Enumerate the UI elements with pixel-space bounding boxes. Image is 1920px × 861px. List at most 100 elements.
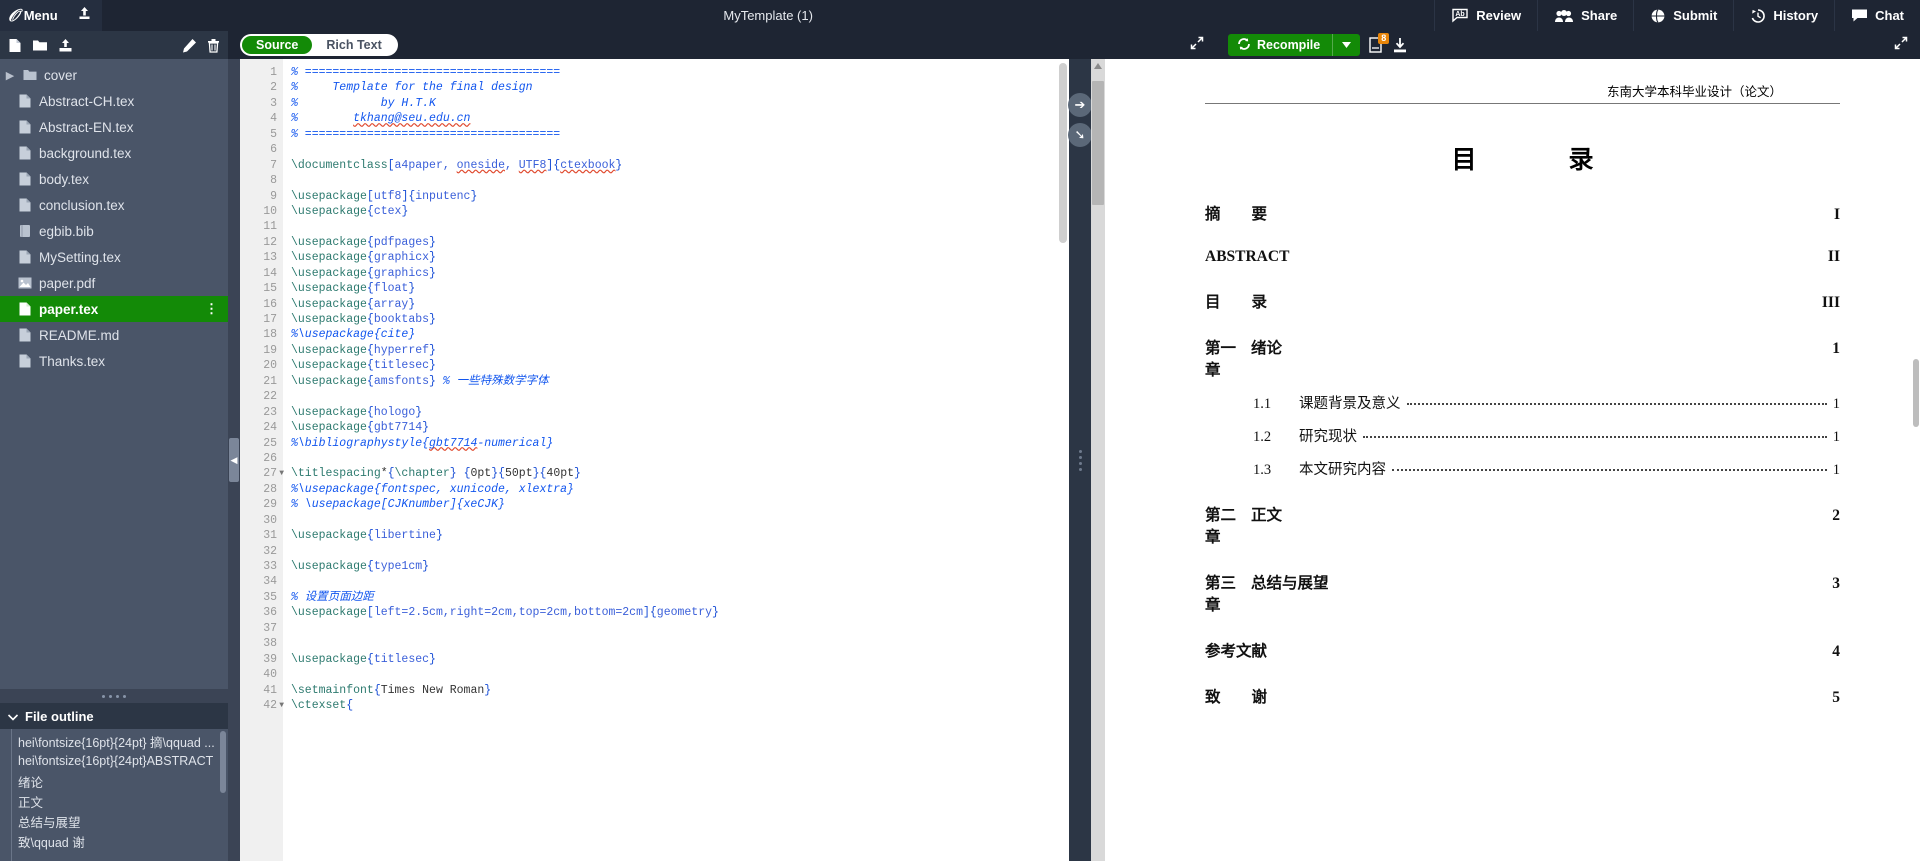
toc-entry[interactable]: 1.3 本文研究内容 1 (1205, 458, 1840, 479)
file-tree-item[interactable]: MySetting.tex (0, 244, 228, 270)
file-tree-item[interactable]: Abstract-EN.tex (0, 114, 228, 140)
file-outline-item[interactable]: 总结与展望 (0, 811, 228, 831)
code-line[interactable] (291, 389, 1069, 404)
pdf-inner-scrollbar[interactable] (1913, 359, 1919, 427)
code-line[interactable]: \usepackage{graphicx} (291, 250, 1069, 265)
collapse-sidebar-handle[interactable]: ◀ (229, 438, 239, 482)
code-line[interactable] (291, 621, 1069, 636)
code-line[interactable]: \usepackage{ctex} (291, 204, 1069, 219)
code-line[interactable] (291, 173, 1069, 188)
fold-arrow-icon[interactable]: ▼ (279, 698, 284, 713)
code-content[interactable]: % =====================================%… (283, 59, 1069, 861)
code-line[interactable]: \usepackage{titlesec} (291, 358, 1069, 373)
file-outline-item[interactable]: 正文 (0, 791, 228, 811)
submit-button[interactable]: Submit (1633, 0, 1733, 31)
code-line[interactable]: \usepackage{array} (291, 297, 1069, 312)
expand-editor-icon[interactable] (1190, 36, 1204, 55)
expand-preview-icon[interactable] (1894, 36, 1912, 55)
code-line[interactable]: %\usepackage{cite} (291, 327, 1069, 342)
logs-button[interactable]: 8 (1368, 32, 1390, 54)
code-line[interactable]: \ctexset{ (291, 698, 1069, 713)
download-pdf-button[interactable] (1392, 37, 1408, 54)
code-line[interactable] (291, 636, 1069, 651)
new-folder-icon[interactable] (32, 38, 48, 52)
file-tree-item[interactable]: conclusion.tex (0, 192, 228, 218)
rich-text-tab[interactable]: Rich Text (312, 36, 395, 54)
sync-to-pdf-button[interactable]: ➔ (1068, 93, 1092, 117)
file-menu-icon[interactable]: ⋮ (205, 302, 218, 315)
toc-entry[interactable]: 第二章 正文 2 (1205, 503, 1840, 547)
code-line[interactable]: \usepackage[utf8]{inputenc} (291, 189, 1069, 204)
file-outline-item[interactable]: hei\fontsize{16pt}{24pt} 摘\qquad ... (0, 731, 228, 751)
file-outline-item[interactable]: 绪论 (0, 771, 228, 791)
editor-scrollbar[interactable] (1059, 63, 1067, 243)
new-file-icon[interactable] (8, 38, 22, 53)
editor-preview-splitter[interactable]: ➔ ➘ (1068, 59, 1092, 861)
toc-entry[interactable]: 目 录 III (1205, 290, 1840, 312)
code-line[interactable]: \documentclass[a4paper, oneside, UTF8]{c… (291, 158, 1069, 173)
code-line[interactable]: \usepackage{pdfpages} (291, 235, 1069, 250)
sidebar-resizer[interactable] (0, 689, 228, 703)
fold-arrow-icon[interactable]: ▼ (279, 466, 284, 481)
code-line[interactable]: \usepackage{gbt7714} (291, 420, 1069, 435)
toc-entry[interactable]: 摘 要I (1205, 202, 1840, 224)
history-button[interactable]: History (1733, 0, 1834, 31)
menu-button[interactable]: 𝒪 Menu (0, 0, 67, 31)
trash-icon[interactable] (207, 38, 220, 53)
code-line[interactable]: \usepackage{float} (291, 281, 1069, 296)
code-line[interactable] (291, 544, 1069, 559)
toc-entry[interactable]: 致 谢 5 (1205, 685, 1840, 707)
code-line[interactable]: \setmainfont{Times New Roman} (291, 683, 1069, 698)
toc-entry[interactable]: 参考文献 4 (1205, 639, 1840, 661)
source-tab[interactable]: Source (242, 36, 313, 54)
toc-entry[interactable]: 1.1 课题背景及意义 1 (1205, 392, 1840, 413)
recompile-dropdown[interactable] (1332, 34, 1360, 56)
code-line[interactable]: \usepackage[left=2.5cm,right=2cm,top=2cm… (291, 605, 1069, 620)
review-button[interactable]: Ab Review (1434, 0, 1537, 31)
code-line[interactable]: \usepackage{hyperref} (291, 343, 1069, 358)
code-line[interactable] (291, 667, 1069, 682)
code-line[interactable]: \usepackage{type1cm} (291, 559, 1069, 574)
code-line[interactable]: \usepackage{libertine} (291, 528, 1069, 543)
scroll-up-arrow-icon[interactable] (1094, 63, 1102, 69)
toc-entry[interactable]: ABSTRACT II (1205, 248, 1840, 266)
toc-entry[interactable]: 第一章 绪论 1 (1205, 336, 1840, 380)
code-line[interactable]: % ===================================== (291, 65, 1069, 80)
code-line[interactable]: % \usepackage[CJKnumber]{xeCJK} (291, 497, 1069, 512)
code-line[interactable]: \usepackage{amsfonts} % 一些特殊数学字体 (291, 374, 1069, 389)
file-tree-item[interactable]: Thanks.tex (0, 348, 228, 374)
code-line[interactable] (291, 513, 1069, 528)
pdf-scrollbar-thumb[interactable] (1092, 81, 1104, 205)
file-tree-item[interactable]: background.tex (0, 140, 228, 166)
outline-scrollbar[interactable] (220, 731, 226, 793)
code-line[interactable]: % by H.T.K (291, 96, 1069, 111)
code-line[interactable]: \usepackage{hologo} (291, 405, 1069, 420)
code-line[interactable] (291, 574, 1069, 589)
code-line[interactable]: \titlespacing*{\chapter} {0pt}{50pt}{40p… (291, 466, 1069, 481)
file-outline-item[interactable]: 致\qquad 谢 (0, 831, 228, 851)
code-line[interactable]: % 设置页面边距 (291, 590, 1069, 605)
recompile-main[interactable]: Recompile (1228, 37, 1332, 54)
file-outline-item[interactable]: hei\fontsize{16pt}{24pt}ABSTRACT (0, 751, 228, 771)
sidebar-editor-splitter[interactable]: ◀ (228, 59, 240, 861)
file-tree-item[interactable]: README.md (0, 322, 228, 348)
chat-button[interactable]: Chat (1834, 0, 1920, 31)
code-line[interactable]: %\usepackage{fontspec, xunicode, xlextra… (291, 482, 1069, 497)
pdf-scrollbar[interactable] (1091, 59, 1105, 861)
file-tree-item[interactable]: body.tex (0, 166, 228, 192)
code-line[interactable]: % ===================================== (291, 127, 1069, 142)
code-line[interactable] (291, 219, 1069, 234)
code-line[interactable]: % tkhang@seu.edu.cn (291, 111, 1069, 126)
code-line[interactable]: % Template for the final design (291, 80, 1069, 95)
pencil-icon[interactable] (182, 38, 197, 53)
code-line[interactable]: \usepackage{graphics} (291, 266, 1069, 281)
file-tree-item[interactable]: egbib.bib (0, 218, 228, 244)
share-button[interactable]: Share (1537, 0, 1633, 31)
chevron-right-icon[interactable]: ▶ (4, 69, 16, 82)
recompile-button[interactable]: Recompile (1228, 34, 1361, 56)
upload-project-button[interactable] (67, 0, 102, 31)
toc-entry[interactable]: 第三章 总结与展望 3 (1205, 571, 1840, 615)
code-line[interactable]: %\bibliographystyle{gbt7714-numerical} (291, 436, 1069, 451)
file-tree-item[interactable]: paper.pdf (0, 270, 228, 296)
code-line[interactable] (291, 142, 1069, 157)
